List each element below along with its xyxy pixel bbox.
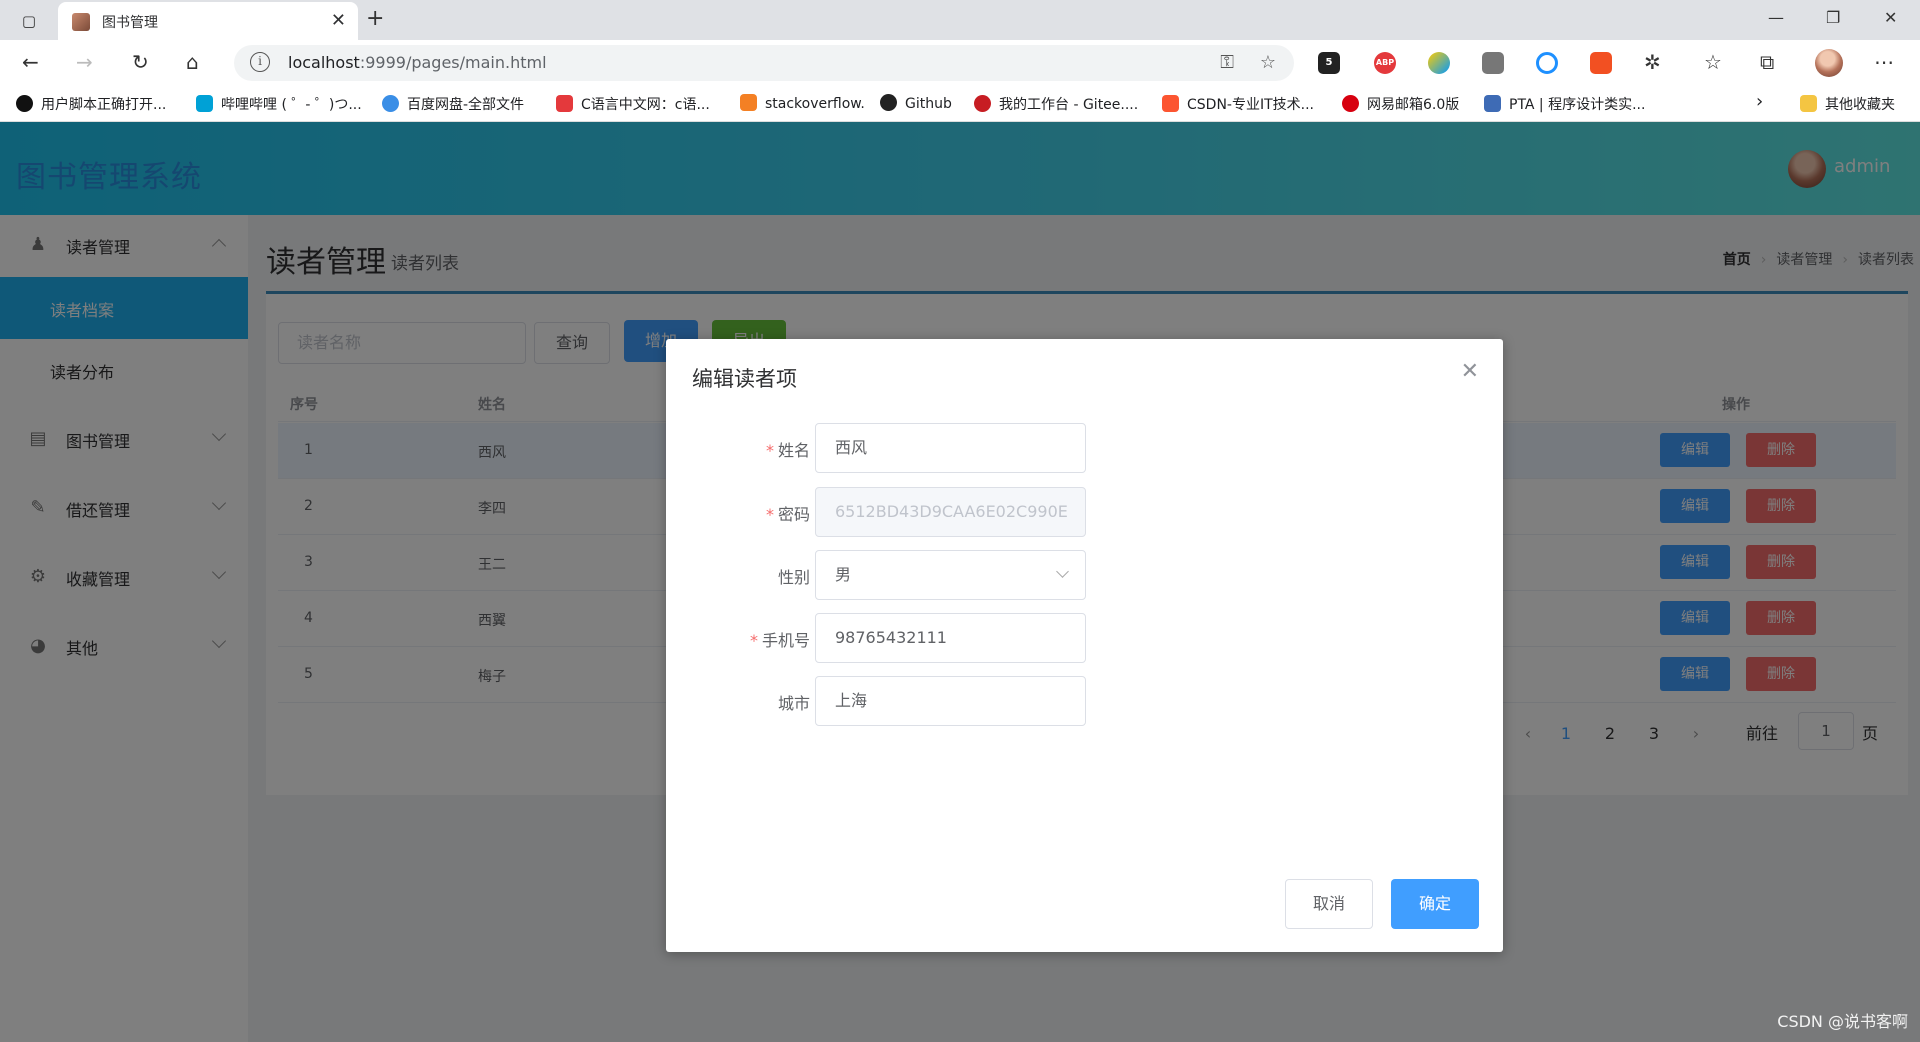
more-menu-icon[interactable]: ⋯ [1874,50,1894,74]
watermark: CSDN @说书客啊 [1777,1012,1908,1031]
forward-icon[interactable]: → [76,50,93,74]
bookmarks-bar: 用户脚本正确打开... 哔哩哔哩 ( ゜- ゜)つ... 百度网盘-全部文件 C… [0,86,1920,122]
key-icon[interactable]: ⚿ [1220,52,1234,73]
bookmark-item[interactable]: 用户脚本正确打开... [16,94,166,114]
json-extension-icon[interactable] [1590,52,1612,74]
browser-tabstrip: ▢ 图书管理 ✕ + — ❐ ✕ [0,0,1920,40]
add-favorite-icon[interactable]: ☆ [1260,52,1276,73]
form-row-city: 城市 上海 [666,676,1503,726]
colorful-extension-icon[interactable] [1428,52,1450,74]
bookmark-item[interactable]: 哔哩哔哩 ( ゜- ゜)つ... [196,94,362,114]
bookmark-item[interactable]: CSDN-专业IT技术... [1162,94,1314,114]
tab-favicon [72,13,90,31]
address-bar: ← → ↻ ⌂ i localhost:9999/pages/main.html… [0,40,1920,86]
url-field[interactable]: i localhost:9999/pages/main.html ⚿ ☆ [234,45,1294,81]
field-label: * 姓名 [765,441,810,460]
bookmark-folder[interactable]: 其他收藏夹 [1800,94,1895,114]
restore-icon[interactable]: ❐ [1826,8,1840,27]
phone-field[interactable]: 98765432111 [815,613,1086,663]
field-label: * 手机号 [749,631,810,650]
gender-select[interactable]: 男 [815,550,1086,600]
bookmark-item[interactable]: Github [880,94,952,114]
dialog-title: 编辑读者项 [692,367,797,391]
chevron-down-icon [1056,565,1069,578]
reload-icon[interactable]: ↻ [132,50,149,74]
extension-badge-icon[interactable]: 5 [1318,52,1340,74]
cancel-button[interactable]: 取消 [1285,879,1373,929]
form-row-name: * 姓名 西风 [666,423,1503,473]
bookmark-item[interactable]: PTA | 程序设计类实... [1484,94,1645,114]
bookmark-item[interactable]: 网易邮箱6.0版 [1342,94,1459,114]
grammar-extension-icon[interactable] [1482,52,1504,74]
adblock-icon[interactable]: ABP [1374,52,1396,74]
back-icon[interactable]: ← [22,50,39,74]
site-info-icon[interactable]: i [250,52,270,72]
confirm-button[interactable]: 确定 [1391,879,1479,929]
extensions-icon[interactable]: ✲ [1644,50,1661,74]
sidebar-unmasked [0,215,248,1042]
edit-reader-dialog: 编辑读者项 ✕ * 姓名 西风 * 密码 6512BD43D9CAA6E02C990… [666,339,1503,952]
form-row-password: * 密码 6512BD43D9CAA6E02C990E [666,487,1503,537]
collections-icon[interactable]: ⧉ [1760,50,1774,74]
url-text: localhost:9999/pages/main.html [288,53,547,72]
name-field[interactable]: 西风 [815,423,1086,473]
password-field: 6512BD43D9CAA6E02C990E [815,487,1086,537]
gender-select-value: 男 [835,565,852,584]
bookmark-item[interactable]: C语言中文网：c语... [556,94,710,114]
bookmark-item[interactable]: 百度网盘-全部文件 [382,94,524,114]
city-field[interactable]: 上海 [815,676,1086,726]
favorites-icon[interactable]: ☆ [1704,50,1722,74]
bookmarks-overflow-icon[interactable]: › [1756,91,1763,112]
tab-title: 图书管理 [102,15,158,31]
loading-extension-icon[interactable] [1536,52,1558,74]
form-row-gender: 性别 男 [666,550,1503,600]
tab-actions-icon[interactable]: ▢ [18,10,40,32]
field-label: 城市 [777,694,810,713]
close-icon[interactable]: ✕ [1461,359,1479,384]
profile-avatar-icon[interactable] [1815,49,1843,77]
new-tab-icon[interactable]: + [366,6,384,31]
field-label: 性别 [777,568,810,587]
home-icon[interactable]: ⌂ [186,50,199,74]
bookmark-item[interactable]: 我的工作台 - Gitee.... [974,94,1138,114]
window-close-icon[interactable]: ✕ [1884,8,1897,27]
tab-close-icon[interactable]: ✕ [331,10,346,31]
browser-tab[interactable]: 图书管理 ✕ [58,2,358,40]
form-row-phone: * 手机号 98765432111 [666,613,1503,663]
minimize-icon[interactable]: — [1768,8,1784,27]
bookmark-item[interactable]: stackoverflow. [740,94,865,114]
app-root: 图书管理系统 admin ♟ 读者管理 读者档案 读者分布 ▤ 图书管理 ✎ 借… [0,122,1920,1042]
field-label: * 密码 [765,505,810,524]
